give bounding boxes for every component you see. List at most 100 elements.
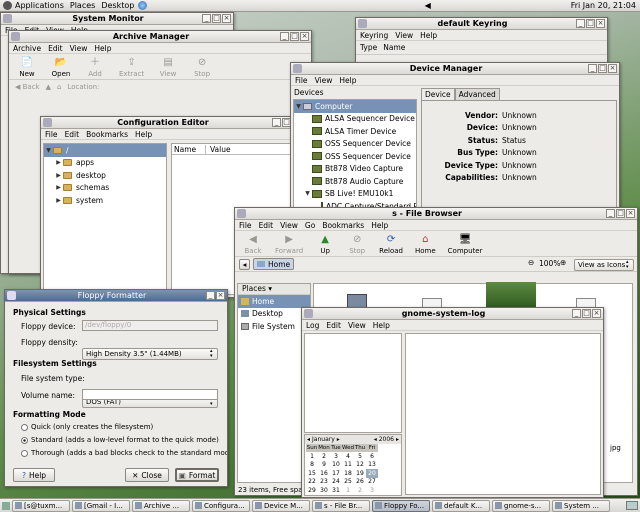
zoom-in-icon[interactable]: ⊕: [560, 258, 566, 267]
calendar-day[interactable]: 4: [342, 452, 354, 461]
tree-root[interactable]: ▼ /: [44, 144, 166, 157]
expander-icon[interactable]: ▼: [303, 190, 312, 197]
column-type[interactable]: Type: [360, 43, 377, 52]
menu-file[interactable]: File: [295, 76, 308, 85]
floppy-titlebar[interactable]: Floppy Formatter _ ×: [5, 290, 227, 302]
reload-button[interactable]: ⟳ Reload: [379, 233, 403, 255]
forward-button[interactable]: ▶ Forward: [275, 233, 303, 255]
close-button[interactable]: ×: [300, 32, 309, 41]
device-item[interactable]: OSS Sequencer Device: [294, 150, 416, 163]
calendar-day[interactable]: 29: [306, 486, 318, 495]
home-icon[interactable]: ⌂: [57, 83, 61, 91]
minimize-button[interactable]: _: [572, 309, 581, 318]
prev-month-icon[interactable]: ◂: [307, 436, 310, 443]
show-desktop-icon[interactable]: [2, 501, 10, 510]
place-home[interactable]: Home: [238, 295, 310, 308]
minimize-button[interactable]: _: [202, 14, 211, 23]
floppy-density-select[interactable]: High Density 3.5" (1.44MB): [82, 348, 218, 360]
next-month-icon[interactable]: ▸: [337, 436, 340, 443]
menu-log[interactable]: Log: [306, 321, 319, 330]
floppy-device-field[interactable]: /dev/floppy/0: [82, 320, 218, 331]
close-button[interactable]: ×: [222, 14, 231, 23]
volume-icon[interactable]: ◀: [425, 1, 431, 10]
mode-thorough-radio[interactable]: Thorough (adds a bad blocks check to the…: [21, 449, 227, 457]
device-computer[interactable]: ▼ Computer: [294, 100, 416, 113]
menu-go[interactable]: Go: [305, 221, 315, 230]
panel-clock[interactable]: Fri Jan 20, 21:04: [571, 1, 636, 10]
menu-desktop[interactable]: Desktop: [101, 1, 134, 10]
up-button[interactable]: ▲ Up: [315, 233, 335, 255]
config-editor-titlebar[interactable]: Configuration Editor _□×: [41, 117, 303, 129]
minimize-button[interactable]: _: [606, 209, 615, 218]
volume-name-input[interactable]: [82, 389, 218, 400]
mode-standard-radio[interactable]: Standard (adds a low-level format to the…: [21, 436, 219, 444]
menu-help[interactable]: Help: [420, 31, 437, 40]
menu-edit[interactable]: Edit: [65, 130, 80, 139]
menu-bookmarks[interactable]: Bookmarks: [86, 130, 128, 139]
calendar-day[interactable]: 26: [354, 478, 366, 487]
up-icon[interactable]: ▲: [46, 83, 51, 91]
stop-button[interactable]: ⊘ Stop: [192, 56, 212, 78]
minimize-button[interactable]: _: [588, 64, 597, 73]
close-button[interactable]: ✕ Close: [125, 468, 169, 482]
calendar-day[interactable]: 13: [366, 461, 378, 470]
menu-archive[interactable]: Archive: [13, 44, 41, 53]
menu-file[interactable]: File: [45, 130, 58, 139]
expander-icon[interactable]: ▶: [54, 197, 63, 204]
prev-year-icon[interactable]: ◂: [374, 436, 377, 443]
file-label[interactable]: jpg: [610, 444, 621, 452]
system-log-titlebar[interactable]: gnome-system-log _ □ ×: [302, 308, 603, 320]
device-item[interactable]: ALSA Timer Device: [294, 125, 416, 138]
calendar-day[interactable]: 6: [366, 452, 378, 461]
menu-help[interactable]: Help: [339, 76, 356, 85]
new-button[interactable]: 📄 New: [17, 56, 37, 78]
next-year-icon[interactable]: ▸: [396, 436, 399, 443]
back-button[interactable]: ◀ Back: [15, 83, 40, 91]
expander-icon[interactable]: ▶: [54, 184, 63, 191]
file-browser-titlebar[interactable]: s - File Browser _ □ ×: [235, 208, 637, 220]
workspace-switcher[interactable]: [626, 501, 638, 510]
minimize-button[interactable]: _: [576, 19, 585, 28]
menu-view[interactable]: View: [395, 31, 413, 40]
computer-button[interactable]: 🖥 Computer: [448, 233, 483, 255]
calendar-day[interactable]: 12: [354, 461, 366, 470]
calendar-day[interactable]: 2: [318, 452, 330, 461]
image-thumbnail[interactable]: [486, 282, 536, 308]
column-name[interactable]: Name: [172, 144, 206, 154]
calendar-day[interactable]: 27: [366, 478, 378, 487]
maximize-button[interactable]: □: [290, 32, 299, 41]
add-button[interactable]: ＋ Add: [85, 56, 105, 78]
menu-view[interactable]: View: [315, 76, 333, 85]
taskbar-button[interactable]: s - File Br...: [312, 499, 370, 512]
close-button[interactable]: ×: [626, 209, 635, 218]
maximize-button[interactable]: □: [586, 19, 595, 28]
path-left-button[interactable]: ◂: [239, 258, 250, 270]
close-button[interactable]: ×: [608, 64, 617, 73]
tree-item-desktop[interactable]: ▶ desktop: [44, 169, 166, 182]
stop-button[interactable]: ⊘ Stop: [347, 233, 367, 255]
device-item[interactable]: ▼ SB Live! EMU10k1: [294, 188, 416, 201]
taskbar-button[interactable]: Configura...: [192, 499, 250, 512]
calendar-day[interactable]: 2: [354, 486, 366, 495]
device-manager-titlebar[interactable]: Device Manager _ □ ×: [291, 63, 619, 75]
minimize-button[interactable]: _: [272, 118, 281, 127]
expander-icon[interactable]: ▶: [54, 172, 63, 179]
taskbar-button[interactable]: Archive ...: [132, 499, 190, 512]
maximize-button[interactable]: □: [582, 309, 591, 318]
home-button[interactable]: ⌂ Home: [415, 233, 436, 255]
calendar-day[interactable]: 31: [330, 486, 342, 495]
column-name[interactable]: Name: [383, 43, 405, 52]
places-dropdown[interactable]: Places ▾: [238, 284, 310, 295]
menu-keyring[interactable]: Keyring: [360, 31, 388, 40]
browser-launcher-icon[interactable]: [138, 1, 148, 10]
calendar-day[interactable]: 16: [318, 469, 330, 478]
menu-view[interactable]: View: [70, 44, 88, 53]
minimize-button[interactable]: _: [280, 32, 289, 41]
path-home-button[interactable]: Home: [253, 258, 295, 270]
menu-view[interactable]: View: [280, 221, 298, 230]
device-item[interactable]: Bt878 Video Capture: [294, 163, 416, 176]
taskbar-button[interactable]: gnome-s...: [492, 499, 550, 512]
back-button[interactable]: ◀ Back: [243, 233, 263, 255]
device-item[interactable]: OSS Sequencer Device: [294, 138, 416, 151]
help-button[interactable]: ? Help: [13, 468, 55, 482]
